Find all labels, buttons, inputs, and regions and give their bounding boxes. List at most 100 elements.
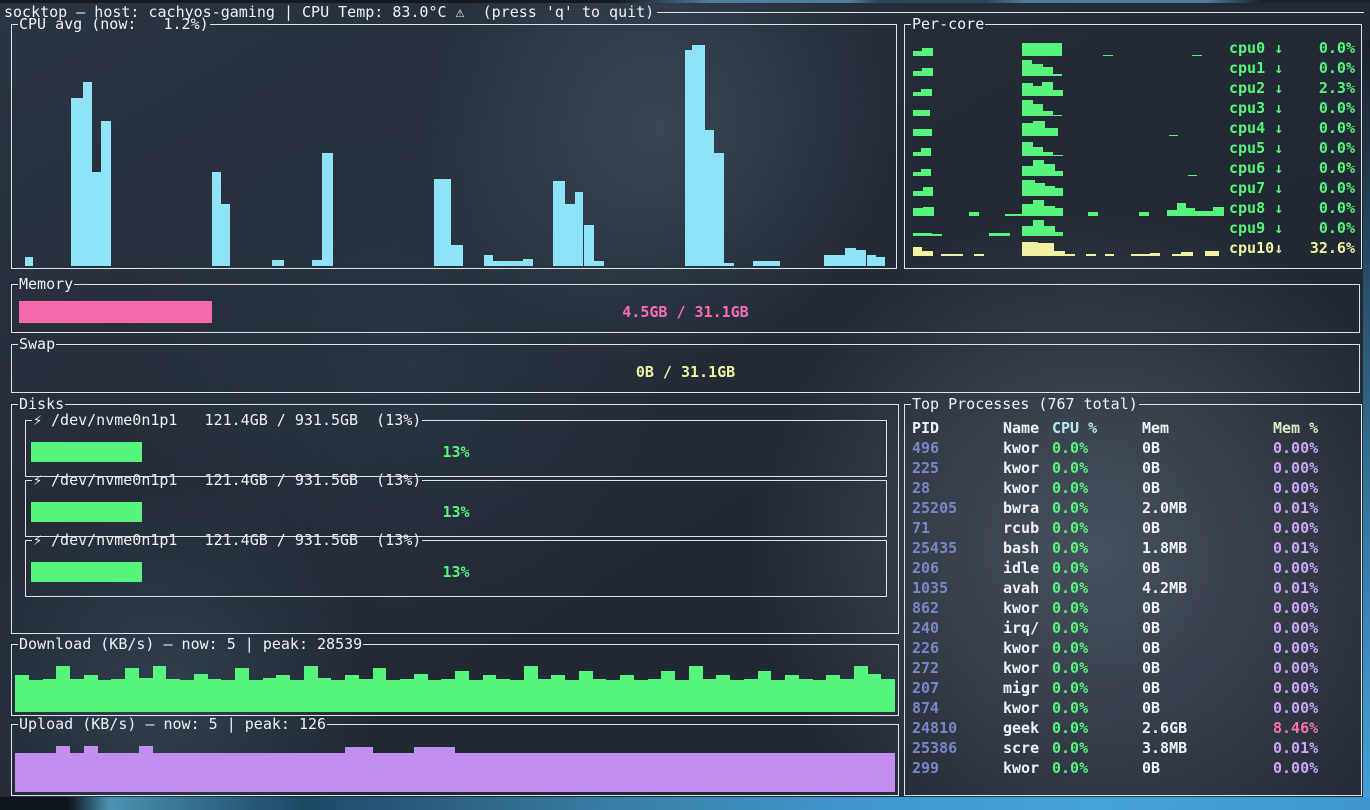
core-sparkline: [913, 58, 1225, 76]
spark-bar: [932, 234, 943, 236]
cpu-cell: 0.0%: [1052, 718, 1142, 738]
cpu-cell: 0.0%: [1052, 638, 1142, 658]
net-bar: [263, 753, 277, 792]
cpu-cell: 0.0%: [1052, 558, 1142, 578]
pid-cell: 207: [912, 678, 1003, 698]
net-bar: [153, 753, 167, 792]
core-label: cpu6 ↓0.0%: [1229, 158, 1355, 178]
net-bar: [56, 666, 70, 712]
net-bar: [84, 746, 98, 792]
disk-panel-title: ⚡/dev/nvme0n1p1 121.4GB / 931.5GB (13%): [25, 410, 887, 430]
pid-cell: 299: [912, 758, 1003, 778]
pid-cell: 874: [912, 698, 1003, 718]
core-sparkline: [913, 78, 1225, 96]
cpu-history-bar: [692, 45, 705, 266]
net-bar: [125, 668, 139, 712]
spark-bar: [1205, 211, 1214, 216]
spark-bar: [1033, 220, 1044, 236]
net-bar: [881, 753, 895, 792]
net-bar: [400, 753, 414, 792]
core-row: cpu5 ↓0.0%: [911, 138, 1357, 158]
memp-cell: 0.00%: [1273, 458, 1361, 478]
spark-bar: [1042, 82, 1053, 96]
net-bar: [868, 753, 882, 792]
spark-bar: [913, 191, 923, 196]
memory-gauge: 4.5GB / 31.1GB: [19, 301, 1352, 323]
mem-cell: 1.8MB: [1142, 538, 1273, 558]
download-panel-title: Download (KB/s) — now: 5 | peak: 28539: [11, 634, 899, 654]
disk-gauge-panel: ⚡/dev/nvme0n1p1 121.4GB / 931.5GB (13%)1…: [25, 480, 887, 537]
net-bar: [359, 747, 373, 792]
core-usage-value: 0.0%: [1319, 118, 1355, 138]
spark-bar: [1177, 203, 1186, 216]
cpu-cell: 0.0%: [1052, 758, 1142, 778]
name-cell: kwor: [1003, 598, 1052, 618]
cpu-history-bar: [451, 245, 462, 266]
net-bar: [620, 675, 634, 712]
name-cell: irq/: [1003, 618, 1052, 638]
net-bar: [304, 753, 318, 792]
terminal-window[interactable]: socktop — host: cachyos-gaming | CPU Tem…: [0, 0, 1370, 810]
disk-gauge-panel: ⚡/dev/nvme0n1p1 121.4GB / 931.5GB (13%)1…: [25, 420, 887, 477]
core-usage-value: 2.3%: [1319, 78, 1355, 98]
core-usage-value: 0.0%: [1319, 98, 1355, 118]
core-row: cpu9 ↓0.0%: [911, 218, 1357, 238]
core-label: cpu0 ↓0.0%: [1229, 38, 1355, 58]
core-name: cpu2 ↓: [1229, 78, 1283, 98]
net-bar: [125, 753, 139, 792]
process-row: 862kwor0.0%0B0.00%: [905, 598, 1361, 618]
pid-cell: 496: [912, 438, 1003, 458]
memp-cell: 0.00%: [1273, 658, 1361, 678]
name-cell: kwor: [1003, 658, 1052, 678]
cpu-cell: 0.0%: [1052, 478, 1142, 498]
core-name: cpu7 ↓: [1229, 178, 1283, 198]
process-row: 71rcub0.0%0B0.00%: [905, 518, 1361, 538]
name-cell: bwra: [1003, 498, 1052, 518]
name-cell: bash: [1003, 538, 1052, 558]
per-core-panel: Per-core cpu0 ↓0.0%cpu1 ↓0.0%cpu2 ↓2.3%c…: [904, 24, 1362, 269]
net-bar: [758, 671, 772, 712]
spark-bar: [1053, 90, 1062, 96]
spark-bar: [1033, 147, 1043, 156]
net-bar: [428, 680, 442, 712]
net-bar: [785, 675, 799, 712]
net-bar: [153, 666, 167, 712]
net-bar: [235, 668, 249, 712]
core-sparkline: [913, 118, 1225, 136]
net-bar: [84, 675, 98, 712]
col-header-pid: PID: [912, 418, 1003, 438]
pid-cell: 28: [912, 478, 1003, 498]
core-row: cpu1 ↓0.0%: [911, 58, 1357, 78]
titlebar-rule: [657, 12, 1364, 22]
spark-bar: [1043, 152, 1053, 156]
net-bar: [634, 753, 648, 792]
name-cell: kwor: [1003, 438, 1052, 458]
spark-bar: [1044, 164, 1054, 176]
net-bar: [441, 747, 455, 792]
disk-gauge: 13%: [31, 562, 881, 582]
memp-cell: 0.00%: [1273, 478, 1361, 498]
mem-cell: 0B: [1142, 598, 1273, 618]
mem-cell: 4.2MB: [1142, 578, 1273, 598]
memp-cell: 0.00%: [1273, 698, 1361, 718]
net-bar: [249, 680, 263, 712]
net-bar: [744, 679, 758, 712]
upload-chart: [15, 740, 895, 792]
net-bar: [180, 753, 194, 792]
wallpaper-right-strip: [1363, 40, 1370, 810]
lightning-icon: ⚡: [33, 531, 51, 549]
core-name: cpu1 ↓: [1229, 58, 1283, 78]
core-label: cpu8 ↓0.0%: [1229, 198, 1355, 218]
disk-title-text: /dev/nvme0n1p1 121.4GB / 931.5GB (13%): [51, 411, 421, 429]
net-bar: [43, 753, 57, 792]
spark-bar: [1033, 160, 1044, 176]
cpu-cell: 0.0%: [1052, 598, 1142, 618]
wallpaper-bottom-strip: [0, 797, 1370, 810]
net-bar: [579, 753, 593, 792]
core-usage-value: 0.0%: [1319, 178, 1355, 198]
net-bar: [386, 680, 400, 712]
core-label: cpu1 ↓0.0%: [1229, 58, 1355, 78]
core-label: cpu5 ↓0.0%: [1229, 138, 1355, 158]
processes-panel: Top Processes (767 total) PID Name CPU %…: [904, 404, 1362, 796]
spark-bar: [1172, 254, 1181, 256]
